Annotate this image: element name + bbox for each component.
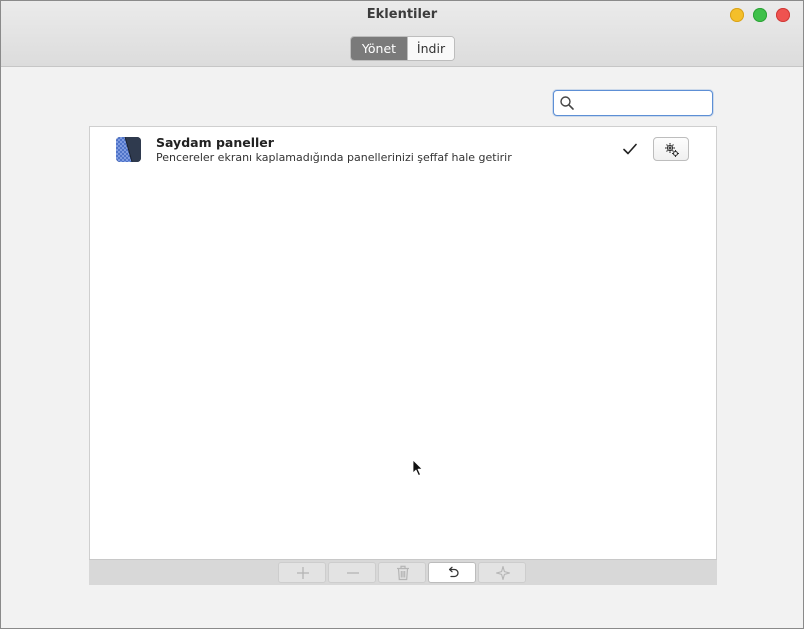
search-input[interactable] bbox=[578, 93, 710, 113]
gears-icon bbox=[665, 143, 679, 157]
search-icon bbox=[560, 96, 574, 110]
titlebar: Eklentiler Yönet İndir bbox=[1, 1, 803, 67]
add-button[interactable] bbox=[278, 562, 326, 583]
extension-list: Saydam paneller Pencereler ekranı kaplam… bbox=[89, 126, 717, 559]
close-button[interactable] bbox=[776, 8, 790, 22]
trash-icon bbox=[397, 565, 409, 581]
extension-row[interactable]: Saydam paneller Pencereler ekranı kaplam… bbox=[90, 127, 716, 173]
extension-settings-button[interactable] bbox=[653, 137, 689, 161]
window-title: Eklentiler bbox=[366, 7, 438, 22]
minimize-button[interactable] bbox=[730, 8, 744, 22]
star-icon bbox=[495, 565, 511, 581]
delete-button[interactable] bbox=[378, 562, 426, 583]
search-box[interactable] bbox=[553, 90, 713, 116]
plus-icon bbox=[297, 567, 309, 579]
transparent-panels-icon bbox=[116, 137, 141, 162]
restore-button[interactable] bbox=[428, 562, 476, 583]
undo-icon bbox=[448, 566, 459, 578]
view-switcher: Yönet İndir bbox=[350, 36, 455, 61]
install-button[interactable] bbox=[478, 562, 526, 583]
checkmark-icon[interactable] bbox=[622, 141, 638, 157]
tab-download[interactable]: İndir bbox=[407, 37, 454, 60]
remove-button[interactable] bbox=[328, 562, 376, 583]
extension-description: Pencereler ekranı kaplamadığında panelle… bbox=[156, 151, 512, 164]
extensions-window: Eklentiler Yönet İndir Saydam paneller P… bbox=[0, 0, 804, 629]
mouse-pointer-icon bbox=[412, 459, 423, 476]
tab-manage[interactable]: Yönet bbox=[351, 37, 407, 60]
maximize-button[interactable] bbox=[753, 8, 767, 22]
list-toolbar bbox=[89, 559, 717, 585]
extension-name: Saydam paneller bbox=[156, 135, 274, 150]
minus-icon bbox=[347, 572, 359, 574]
